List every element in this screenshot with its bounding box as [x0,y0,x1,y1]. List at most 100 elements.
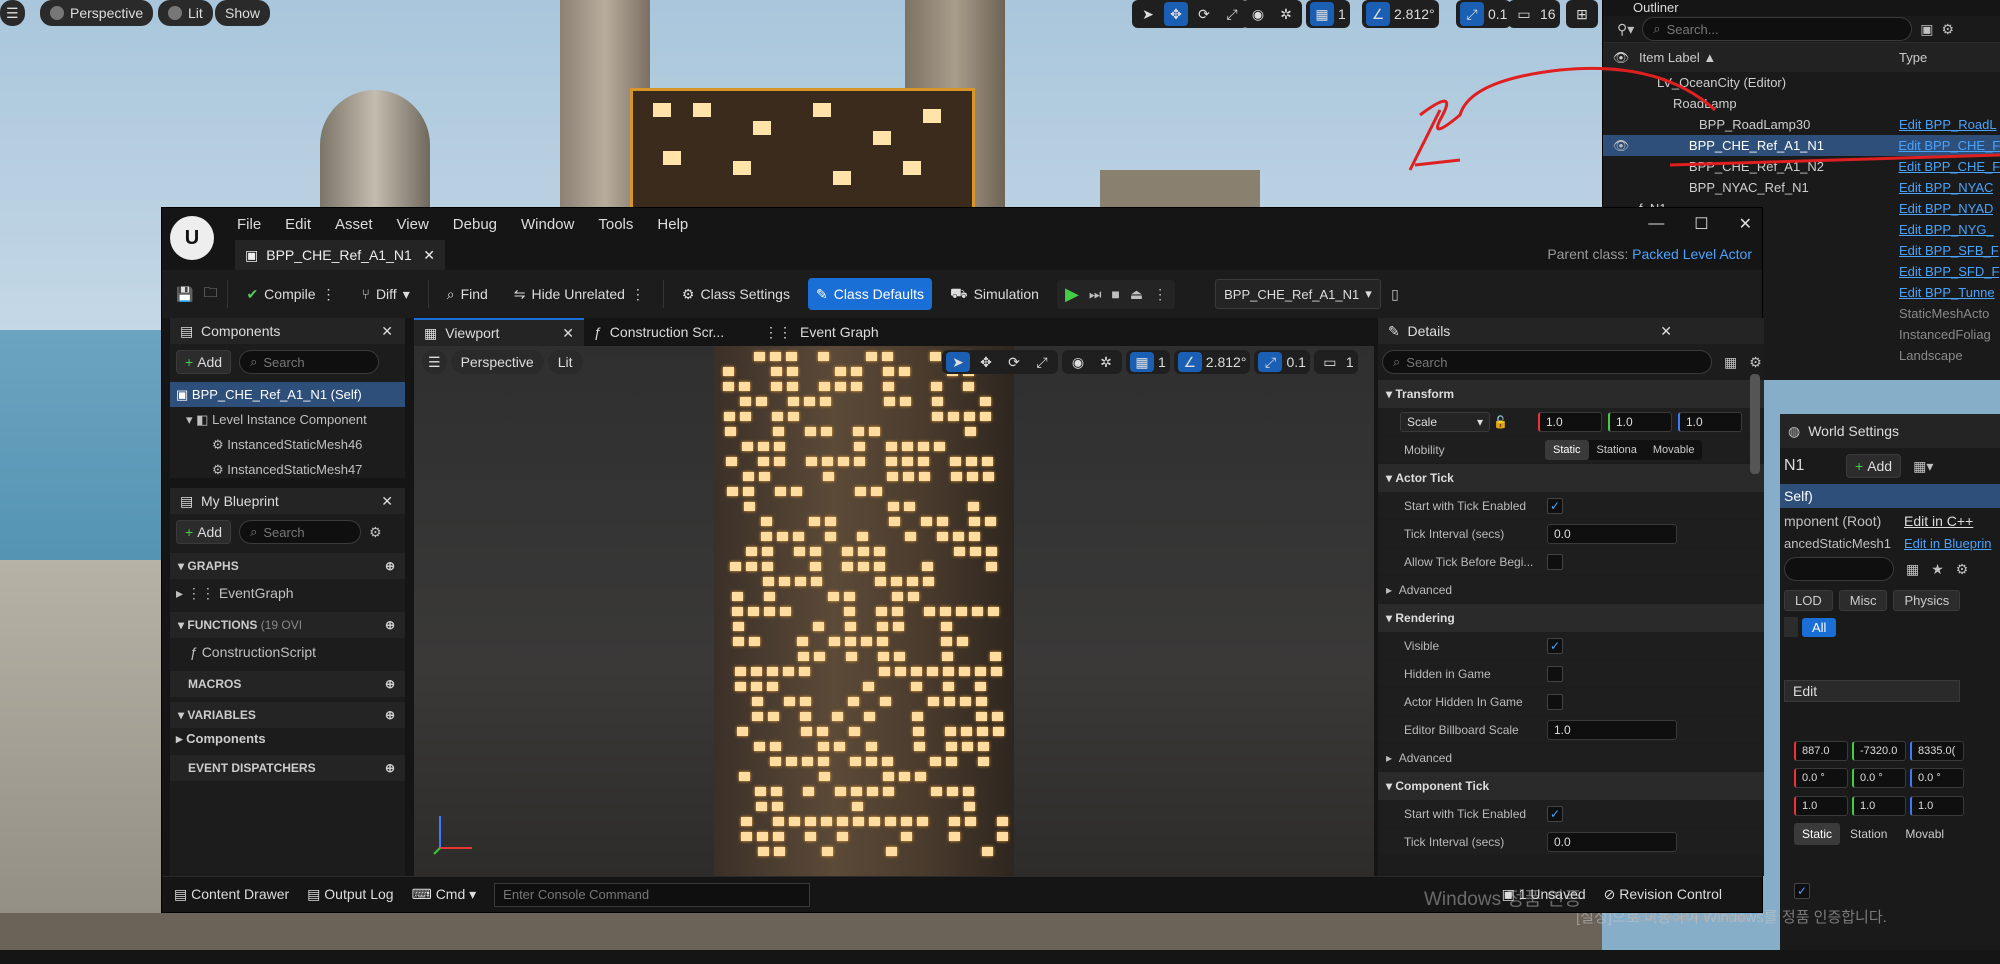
ws-scale-z-input[interactable]: 1.0 [1910,796,1964,816]
visibility-header-icon[interactable]: 👁 [1603,50,1639,66]
tab-event-graph[interactable]: ⋮⋮ Event Graph [754,318,904,346]
tick-interval-input[interactable]: 0.0 [1547,523,1677,544]
minimize-icon[interactable]: — [1648,215,1664,233]
translate-mode-icon[interactable]: ✥ [1164,2,1188,26]
ws-location-z-input[interactable]: 8335.0( [1910,741,1964,761]
console-command-input[interactable]: Enter Console Command [494,882,811,907]
browse-icon[interactable]: 🗀 [203,282,217,306]
menu-item[interactable]: Asset [335,216,373,233]
scale-dropdown[interactable]: Scale ▾ [1400,411,1490,432]
settings-icon[interactable]: ⚙ [1749,354,1762,371]
find-button[interactable]: ⌕ Find [439,278,496,310]
scale-mode-icon[interactable]: ⤢ [1030,352,1054,372]
actor-hidden-checkbox[interactable] [1547,693,1563,710]
ws-mesh-row[interactable]: ancedStaticMesh1 Edit in Blueprin [1780,534,2000,552]
perspective-button[interactable]: Perspective [40,0,154,26]
content-drawer-button[interactable]: ▤ Content Drawer [174,886,289,903]
table-icon[interactable]: ▦ [1724,354,1737,371]
type-column[interactable]: Type [1899,50,1927,65]
variables-section[interactable]: ▾ VARIABLES ⊕ [170,702,405,728]
outliner-row[interactable]: BPP_RoadLamp30 Edit BPP_RoadL [1603,114,2000,135]
components-variable-category[interactable]: ▸ Components [170,728,405,750]
parent-class-link[interactable]: Packed Level Actor [1632,246,1752,262]
outliner-edit-link[interactable]: Edit BPP_SFD_F [1899,261,1999,282]
outliner-row[interactable]: 👁 BPP_CHE_Ref_A1_N1 Edit BPP_CHE_F [1603,135,2000,156]
ws-edit-button[interactable]: Edit [1784,680,1960,702]
hide-unrelated-button[interactable]: ⇋ Hide Unrelated ⋮ [506,278,653,310]
unreal-logo-icon[interactable]: U [170,216,214,260]
visibility-slot[interactable] [1603,177,1639,198]
transform-section[interactable]: ▾ Transform [1378,380,1764,408]
close-tab-icon[interactable]: ✕ [562,325,574,342]
scale-snap-toggle[interactable]: ⤢ 0.1 [1254,350,1310,374]
viewport-lit-button[interactable]: Lit [547,350,583,374]
ws-scale-y-input[interactable]: 1.0 [1852,796,1906,816]
scale-y-input[interactable]: 1.0 [1607,411,1672,432]
close-window-icon[interactable]: ✕ [1739,214,1752,234]
ws-filter-tab[interactable]: LOD [1784,589,1833,611]
add-function-icon[interactable]: ⊕ [385,618,395,632]
scale-z-input[interactable]: 1.0 [1677,411,1742,432]
billboard-scale-input[interactable]: 1.0 [1547,719,1677,740]
allow-tick-checkbox[interactable] [1547,553,1563,570]
debug-browse-icon[interactable]: ▯ [1391,286,1399,303]
ws-mobility-option[interactable]: Static [1794,823,1841,845]
ws-mobility-option[interactable]: Station [1842,823,1895,845]
outliner-search-input[interactable]: ⌕ Search... [1642,17,1913,41]
menu-item[interactable]: Help [657,216,688,233]
add-folder-icon[interactable]: ▣ [1920,21,1933,38]
simulation-button[interactable]: ⛟ Simulation [942,278,1047,310]
ws-location-y-input[interactable]: -7320.0 [1852,741,1906,761]
visibility-slot[interactable] [1603,114,1639,135]
details-scrollbar[interactable] [1750,374,1760,474]
blueprint-document-tab[interactable]: ▣ BPP_CHE_Ref_A1_N1 ✕ [235,240,445,270]
outliner-edit-link[interactable]: Edit BPP_NYG_ [1899,219,1994,240]
compile-options-icon[interactable]: ⋮ [322,286,336,303]
viewport-perspective-button[interactable]: Perspective [450,350,544,374]
ws-add-button[interactable]: + Add [1846,454,1902,478]
viewport-menu-button[interactable]: ☰ [422,350,447,374]
level-menu-button[interactable]: ☰ [0,0,25,26]
diff-button[interactable]: ⑂ Diff ▾ [354,278,418,310]
class-defaults-button[interactable]: ✎ Class Defaults [807,278,932,310]
table-icon[interactable]: ▦ [1906,561,1919,578]
ws-rotation-y-input[interactable]: 0.0 ° [1852,768,1906,788]
selected-lit-building[interactable] [630,88,975,210]
select-mode-icon[interactable]: ➤ [946,352,970,372]
tick-interval-input[interactable]: 0.0 [1547,831,1677,852]
revision-control-button[interactable]: ⊘ Revision Control [1604,886,1722,903]
actor-tick-section[interactable]: ▾ Actor Tick [1378,464,1764,492]
ws-rotation-x-input[interactable]: 0.0 ° [1794,768,1848,788]
surface-snap-icon[interactable]: ✲ [1274,2,1298,26]
visibility-slot[interactable] [1603,72,1639,93]
add-member-button[interactable]: + Add [176,520,232,544]
ws-self-row[interactable]: Self) [1780,484,2000,508]
component-tick-section[interactable]: ▾ Component Tick [1378,772,1764,800]
settings-icon[interactable]: ⚙ [369,524,382,541]
menu-item[interactable]: Debug [453,216,497,233]
details-search-input[interactable]: ⌕ Search [1382,350,1712,374]
camera-speed-button[interactable]: ▭ 16 [1508,0,1560,28]
play-icon[interactable]: ▶ [1065,284,1079,305]
ws-scale-x-input[interactable]: 1.0 [1794,796,1848,816]
lock-icon[interactable]: 🔓 [1493,415,1508,429]
outliner-edit-link[interactable]: Edit BPP_SFB_F [1899,240,1999,261]
ws-tab-stub[interactable] [1784,617,1798,637]
item-label-column[interactable]: Item Label ▲ [1639,50,1899,65]
outliner-edit-link[interactable]: Edit BPP_CHE_F [1898,156,2000,177]
advanced-row[interactable]: ▸ Advanced [1378,576,1764,604]
event-graph-item[interactable]: ▸ ⋮⋮ EventGraph [170,579,405,607]
ws-rotation-z-input[interactable]: 0.0 ° [1910,768,1964,788]
add-macro-icon[interactable]: ⊕ [385,677,395,691]
add-dispatcher-icon[interactable]: ⊕ [385,761,395,775]
scale-mode-icon[interactable]: ⤢ [1220,2,1244,26]
output-log-button[interactable]: ▤ Output Log [307,886,393,903]
advanced-row[interactable]: ▸ Advanced [1378,744,1764,772]
menu-item[interactable]: Window [521,216,574,233]
tab-construction-script[interactable]: ƒ Construction Scr... [584,318,754,346]
menu-item[interactable]: Tools [598,216,633,233]
ws-mobility-option[interactable]: Movabl [1897,823,1952,845]
play-options-icon[interactable]: ⋮ [1153,286,1167,303]
viewport-layout-button[interactable]: ⊞ [1566,0,1598,28]
component-tree-item[interactable]: ⚙ InstancedStaticMesh47 [170,457,405,482]
